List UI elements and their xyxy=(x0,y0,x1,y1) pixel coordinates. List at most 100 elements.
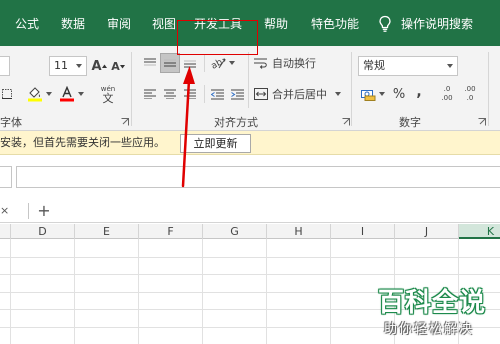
increase-decimal-top: .0 xyxy=(443,85,451,93)
decrease-decimal-top: .00 xyxy=(464,85,476,93)
tab-data[interactable]: 数据 xyxy=(61,14,85,34)
merge-center-label: 合并后居中 xyxy=(272,88,327,101)
dialog-launcher-icon[interactable] xyxy=(342,118,350,126)
lightbulb-icon xyxy=(379,15,391,32)
decrease-indent-icon xyxy=(210,89,224,99)
tab-review[interactable]: 审阅 xyxy=(107,14,131,34)
column-header-e[interactable]: E xyxy=(75,224,139,239)
tell-me-search[interactable]: 操作说明搜索 xyxy=(401,14,473,34)
increase-decimal-button[interactable]: .0 .00 xyxy=(437,82,457,106)
font-group-label: 字体 xyxy=(0,116,22,129)
font-color-button[interactable] xyxy=(58,84,84,104)
column-header-j[interactable]: J xyxy=(395,224,459,239)
name-box[interactable] xyxy=(0,166,12,188)
comma-style-button[interactable]: , xyxy=(414,82,424,102)
borders-icon xyxy=(2,89,12,99)
font-size-combo[interactable]: 11 xyxy=(49,56,87,76)
watermark-logo: 百科全说 xyxy=(378,288,487,318)
chevron-down-icon xyxy=(45,92,52,96)
column-header-d[interactable]: D xyxy=(11,224,75,239)
separator xyxy=(204,85,205,103)
tab-view[interactable]: 视图 xyxy=(152,14,176,34)
caret-down-icon xyxy=(119,64,125,68)
update-message-bar: 安装，但首先需要关闭一些应用。 立即更新 xyxy=(0,131,500,155)
ribbon-tab-bar: 公式 数据 审阅 视图 开发工具 帮助 特色功能 操作说明搜索 xyxy=(0,0,500,46)
increase-indent-icon xyxy=(230,89,244,99)
align-left-button[interactable] xyxy=(141,85,159,103)
grid-row-line xyxy=(0,274,500,275)
grid-column-line xyxy=(266,239,267,344)
fill-color-icon xyxy=(27,87,42,102)
text-orientation-icon: ab xyxy=(210,57,225,70)
select-all-corner[interactable] xyxy=(0,224,11,239)
watermark-tagline: 助你轻松解决 xyxy=(384,322,475,337)
decrease-decimal-icon: .0 xyxy=(466,94,474,102)
orientation-button[interactable]: ab xyxy=(208,54,236,72)
tab-help[interactable]: 帮助 xyxy=(264,14,288,34)
add-sheet-button[interactable]: + xyxy=(35,201,53,221)
decrease-font-size-button[interactable]: A xyxy=(110,56,126,76)
close-icon[interactable]: × xyxy=(0,202,12,220)
accounting-icon xyxy=(361,89,376,101)
tab-special-features[interactable]: 特色功能 xyxy=(311,14,359,34)
grid-column-line xyxy=(202,239,203,344)
column-header-i[interactable]: I xyxy=(331,224,395,239)
merge-center-icon xyxy=(254,88,268,100)
align-right-button[interactable] xyxy=(181,85,199,103)
font-color-icon xyxy=(59,86,74,102)
fill-color-button[interactable] xyxy=(26,84,52,104)
formula-bar xyxy=(0,158,500,194)
increase-indent-button[interactable] xyxy=(228,85,246,103)
decrease-indent-button[interactable] xyxy=(208,85,226,103)
caret-up-icon xyxy=(101,64,107,68)
percent-style-button[interactable]: % xyxy=(392,84,406,104)
align-center-button[interactable] xyxy=(161,85,179,103)
column-header-h[interactable]: H xyxy=(267,224,331,239)
align-top-icon xyxy=(144,58,156,66)
alignment-group-label: 对齐方式 xyxy=(214,116,258,129)
grid-column-line xyxy=(10,239,11,344)
chevron-down-icon xyxy=(447,64,453,68)
update-now-button[interactable]: 立即更新 xyxy=(180,134,251,153)
column-header-g[interactable]: G xyxy=(203,224,267,239)
chevron-down-icon xyxy=(379,92,385,96)
increase-font-icon: A xyxy=(91,58,102,74)
number-format-value: 常规 xyxy=(363,59,385,72)
column-headers: DEFGHIJK xyxy=(0,224,500,239)
formula-input[interactable] xyxy=(16,166,500,188)
chevron-down-icon xyxy=(335,92,341,96)
dialog-launcher-icon[interactable] xyxy=(478,118,486,126)
phonetic-char: 文 xyxy=(102,92,114,105)
align-middle-button[interactable] xyxy=(160,53,180,73)
decrease-decimal-button[interactable]: .00 .0 xyxy=(460,82,480,106)
accounting-format-button[interactable] xyxy=(360,84,386,104)
align-bottom-icon xyxy=(184,60,196,68)
font-name-combo[interactable] xyxy=(0,56,10,76)
column-header-f[interactable]: F xyxy=(139,224,203,239)
group-separator xyxy=(131,52,132,126)
dialog-launcher-icon[interactable] xyxy=(121,118,129,126)
watermark: 百科全说 助你轻松解决 xyxy=(362,282,492,340)
update-message-text: 安装，但首先需要关闭一些应用。 xyxy=(0,136,165,149)
align-left-icon xyxy=(144,89,156,99)
wrap-text-button[interactable]: 自动换行 xyxy=(254,54,324,72)
separator xyxy=(204,54,205,72)
align-top-button[interactable] xyxy=(141,54,159,72)
number-format-combo[interactable]: 常规 xyxy=(358,56,458,76)
sheet-tab-strip: × + xyxy=(0,199,500,223)
tab-developer[interactable]: 开发工具 xyxy=(194,14,242,34)
number-group-label: 数字 xyxy=(399,116,421,129)
tab-formulas[interactable]: 公式 xyxy=(15,14,39,34)
chevron-down-icon xyxy=(228,61,235,65)
font-size-value: 11 xyxy=(54,59,68,72)
grid-row-line xyxy=(0,256,500,258)
align-bottom-button[interactable] xyxy=(181,54,199,72)
merge-center-button[interactable]: 合并后居中 xyxy=(254,85,346,103)
align-middle-icon xyxy=(164,59,176,67)
ribbon-home: 11 A A wén 文 字体 ab 自动换行 合并后居中 对齐方式 常规 % … xyxy=(0,46,500,131)
borders-button[interactable] xyxy=(0,84,14,104)
phonetic-guide-button[interactable]: wén 文 xyxy=(95,82,121,106)
group-separator xyxy=(488,52,489,126)
increase-font-size-button[interactable]: A xyxy=(91,56,107,76)
column-header-k[interactable]: K xyxy=(459,224,500,239)
